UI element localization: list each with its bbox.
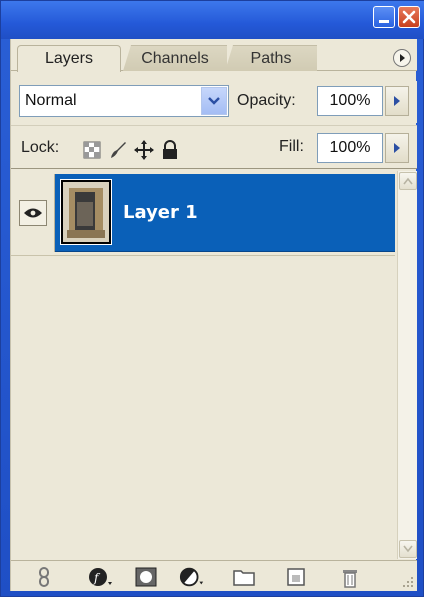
- layer-list: Layer 1: [11, 171, 395, 559]
- lock-image-pixels-icon[interactable]: [107, 139, 129, 161]
- layer-name[interactable]: Layer 1: [123, 202, 198, 223]
- palette-menu-button[interactable]: [393, 49, 411, 67]
- opacity-label: Opacity:: [237, 92, 296, 109]
- opacity-input[interactable]: 100%: [317, 86, 383, 116]
- trash-icon[interactable]: [337, 565, 363, 589]
- layer-list-scrollbar[interactable]: [397, 171, 417, 559]
- chevron-down-icon: [403, 545, 413, 553]
- blend-mode-dropdown[interactable]: Normal: [19, 85, 229, 117]
- minimize-icon: [379, 19, 389, 23]
- menu-arrow-icon: [400, 54, 405, 62]
- visibility-toggle[interactable]: [18, 200, 47, 226]
- blend-mode-value: Normal: [25, 92, 77, 109]
- eye-icon: [23, 208, 42, 218]
- lock-all-icon[interactable]: [159, 139, 181, 161]
- opacity-slider-button[interactable]: [385, 86, 409, 116]
- chevron-down-icon[interactable]: [201, 87, 227, 115]
- tab-paths[interactable]: Paths: [225, 45, 317, 71]
- fill-slider-button[interactable]: [385, 133, 409, 163]
- scroll-down-button[interactable]: [399, 540, 417, 558]
- layer-thumbnail: [60, 179, 112, 245]
- layers-palette-window: Layers Channels Paths Normal Opacity: 10…: [0, 0, 424, 597]
- scroll-up-button[interactable]: [399, 172, 417, 190]
- adjustment-layer-icon[interactable]: [179, 565, 205, 589]
- close-icon: [402, 10, 416, 24]
- palette-body: Layers Channels Paths Normal Opacity: 10…: [10, 39, 417, 591]
- tab-layers[interactable]: Layers: [17, 45, 121, 72]
- new-layer-icon[interactable]: [283, 565, 309, 589]
- link-layers-icon[interactable]: [31, 565, 57, 589]
- chevron-up-icon: [403, 177, 413, 185]
- tab-channels[interactable]: Channels: [123, 45, 227, 71]
- layer-style-icon[interactable]: f: [87, 565, 113, 589]
- new-group-icon[interactable]: [231, 565, 257, 589]
- layer-divider: [11, 255, 395, 256]
- fill-label: Fill:: [279, 138, 304, 155]
- palette-bottom-toolbar: f: [11, 560, 417, 591]
- visibility-cell[interactable]: [11, 174, 55, 252]
- layer-thumbnail-image: [63, 182, 109, 242]
- lock-fill-row: Lock: Fill: 100%: [11, 125, 417, 169]
- blend-opacity-row: Normal Opacity: 100%: [11, 81, 417, 123]
- lock-position-icon[interactable]: [133, 139, 155, 161]
- chevron-right-icon: [394, 96, 400, 106]
- minimize-button[interactable]: [373, 6, 395, 28]
- layer-mask-icon[interactable]: [133, 565, 159, 589]
- tab-row: Layers Channels Paths: [11, 39, 417, 72]
- title-bar[interactable]: [1, 1, 424, 39]
- close-button[interactable]: [398, 6, 420, 28]
- layer-row[interactable]: Layer 1: [11, 174, 395, 252]
- lock-label: Lock:: [21, 139, 60, 156]
- chevron-right-icon: [394, 143, 400, 153]
- lock-transparent-pixels-icon[interactable]: [81, 139, 103, 161]
- resize-grip-icon[interactable]: [401, 575, 415, 589]
- fill-input[interactable]: 100%: [317, 133, 383, 163]
